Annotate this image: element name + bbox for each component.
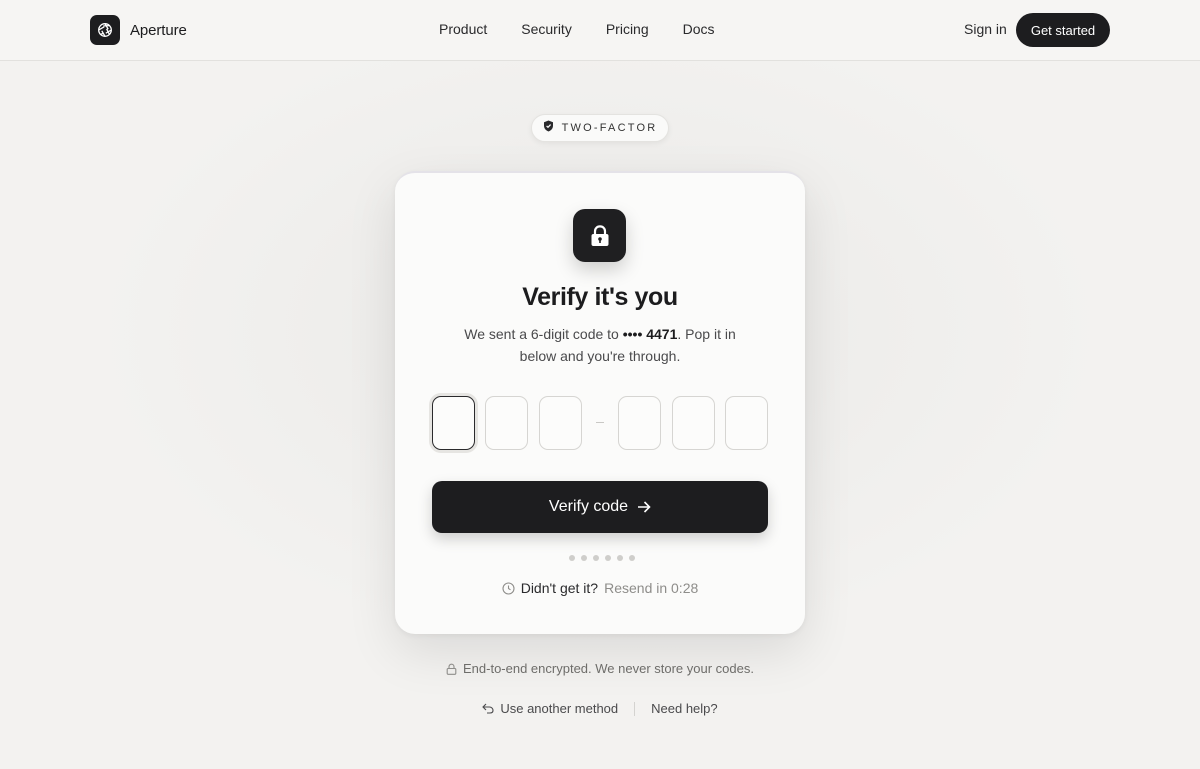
lock-icon bbox=[573, 209, 626, 262]
instruction-text: We sent a 6-digit code to •••• 4471. Pop… bbox=[450, 323, 750, 367]
encryption-note: End-to-end encrypted. We never store you… bbox=[0, 661, 1200, 676]
link-divider bbox=[634, 701, 636, 716]
lock-outline-icon bbox=[446, 663, 457, 675]
progress-dot bbox=[617, 555, 623, 561]
masked-phone-number: •••• 4471 bbox=[622, 326, 678, 342]
code-digit-2[interactable] bbox=[485, 396, 528, 450]
clock-icon bbox=[502, 581, 515, 595]
code-digit-4[interactable] bbox=[618, 396, 661, 450]
verify-card: Verify it's you We sent a 6-digit code t… bbox=[395, 171, 805, 634]
undo-arrow-icon bbox=[482, 703, 494, 714]
badge-label: TWO-FACTOR bbox=[561, 122, 658, 134]
brand-name: Aperture bbox=[130, 21, 187, 39]
two-factor-badge: TWO-FACTOR bbox=[531, 114, 669, 142]
progress-dot bbox=[629, 555, 635, 561]
use-another-method-label: Use another method bbox=[500, 701, 619, 716]
code-separator bbox=[596, 422, 604, 423]
brand[interactable]: Aperture bbox=[90, 15, 187, 45]
code-digit-5[interactable] bbox=[672, 396, 715, 450]
resend-question: Didn't get it? bbox=[520, 580, 599, 596]
resend-timer: Resend in 0:28 bbox=[604, 580, 699, 596]
nav-docs[interactable]: Docs bbox=[683, 21, 715, 37]
code-digit-3[interactable] bbox=[539, 396, 582, 450]
verify-code-button[interactable]: Verify code bbox=[432, 481, 768, 533]
top-nav: Aperture Product Security Pricing Docs S… bbox=[0, 0, 1200, 61]
get-started-button[interactable]: Get started bbox=[1016, 13, 1110, 47]
resend-row: Didn't get it? Resend in 0:28 bbox=[395, 580, 805, 596]
secondary-links: Use another method Need help? bbox=[0, 701, 1200, 716]
nav-product[interactable]: Product bbox=[439, 21, 487, 37]
code-digit-1[interactable] bbox=[432, 396, 475, 450]
verify-code-label: Verify code bbox=[548, 498, 629, 515]
progress-dot bbox=[569, 555, 575, 561]
use-another-method-link[interactable]: Use another method bbox=[482, 701, 618, 716]
progress-dot bbox=[593, 555, 599, 561]
nav-security[interactable]: Security bbox=[521, 21, 572, 37]
aperture-logo-icon bbox=[90, 15, 120, 45]
arrow-right-icon bbox=[637, 501, 651, 513]
page-title: Verify it's you bbox=[522, 283, 678, 311]
instruction-prefix: We sent a 6-digit code to bbox=[464, 326, 623, 342]
shield-check-icon bbox=[543, 119, 554, 137]
progress-dot bbox=[581, 555, 587, 561]
main-nav: Product Security Pricing Docs bbox=[439, 21, 749, 37]
progress-dot bbox=[605, 555, 611, 561]
need-help-link[interactable]: Need help? bbox=[651, 701, 718, 716]
sign-in-link[interactable]: Sign in bbox=[964, 21, 1007, 37]
progress-dots bbox=[569, 555, 641, 561]
code-digit-6[interactable] bbox=[725, 396, 768, 450]
encryption-text: End-to-end encrypted. We never store you… bbox=[463, 661, 754, 676]
nav-pricing[interactable]: Pricing bbox=[606, 21, 649, 37]
